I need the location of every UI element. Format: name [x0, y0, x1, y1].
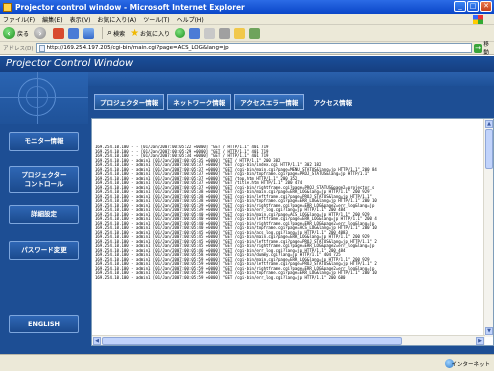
- menu-help[interactable]: ヘルプ(H): [177, 15, 204, 24]
- folder-icon[interactable]: [234, 27, 246, 39]
- deco-line: [37, 72, 38, 124]
- menu-bar: ファイル(F) 編集(E) 表示(V) お気に入り(A) ツール(T) ヘルプ(…: [0, 14, 494, 25]
- menu-edit[interactable]: 編集(E): [42, 15, 62, 24]
- window-controls: _ □ ✕: [454, 1, 492, 12]
- forward-button[interactable]: ›: [34, 27, 48, 39]
- access-log-panel[interactable]: 169.254.10.100 - - [01/Jan/2007:00:05:22…: [91, 118, 494, 346]
- sidebar: モニター情報 プロジェクター コントロール 詳細設定 パスワード変更 ENGLI…: [0, 72, 88, 354]
- browser-toolbar: ‹ 戻る › ⌕ 検索 ★ お気に入り: [0, 25, 494, 42]
- scroll-right-icon[interactable]: ▶: [476, 337, 484, 345]
- mail-icon[interactable]: [204, 27, 216, 39]
- address-input[interactable]: http://169.254.197.205/cgi-bin/main.cgi?…: [35, 43, 472, 53]
- status-zone: インターネット: [451, 362, 490, 368]
- sidebar-decoration: [0, 72, 88, 124]
- address-label: アドレス(D): [3, 46, 34, 52]
- scroll-thumb[interactable]: [485, 129, 493, 169]
- menu-view[interactable]: 表示(V): [70, 15, 91, 24]
- tab-access-error-info[interactable]: アクセスエラー情報: [234, 94, 305, 110]
- menu-favorites[interactable]: お気に入り(A): [97, 15, 136, 24]
- history-icon[interactable]: [189, 27, 201, 39]
- vertical-scrollbar[interactable]: ▲ ▼: [483, 119, 493, 337]
- back-label: 戻る: [17, 30, 30, 38]
- sidebar-item-english[interactable]: ENGLISH: [9, 315, 79, 333]
- log-line: 169.254.10.100 - admin1 [01/Jan/2007:00:…: [95, 274, 346, 280]
- stop-icon[interactable]: [53, 27, 65, 39]
- tab-network-info[interactable]: ネットワーク情報: [167, 94, 232, 110]
- back-button[interactable]: ‹ 戻る: [3, 27, 29, 39]
- maximize-button[interactable]: □: [467, 1, 479, 12]
- scroll-thumb[interactable]: [102, 337, 402, 345]
- menu-file[interactable]: ファイル(F): [3, 15, 35, 24]
- go-label: 移動: [483, 42, 489, 56]
- sidebar-item-monitor[interactable]: モニター情報: [9, 132, 79, 151]
- messenger-icon[interactable]: [249, 27, 261, 39]
- ie-icon: [3, 2, 12, 12]
- search-icon: ⌕: [107, 28, 113, 38]
- print-icon[interactable]: [219, 27, 231, 39]
- minimize-button[interactable]: _: [454, 1, 466, 12]
- sidebar-item-detailed-settings[interactable]: 詳細設定: [9, 205, 79, 224]
- media-icon[interactable]: [175, 28, 186, 38]
- page-title: Projector Control Window: [0, 56, 494, 72]
- horizontal-scrollbar[interactable]: ◀ ▶: [92, 335, 485, 345]
- go-button[interactable]: → 移動: [473, 40, 494, 56]
- page-icon: [38, 44, 45, 52]
- favorites-button[interactable]: ★ お気に入り: [130, 28, 170, 39]
- sidebar-item-projector-control[interactable]: プロジェクター コントロール: [9, 166, 79, 193]
- home-icon[interactable]: [83, 27, 95, 39]
- address-bar: アドレス(D) http://169.254.197.205/cgi-bin/m…: [0, 40, 494, 56]
- back-arrow-icon: ‹: [3, 27, 15, 39]
- scroll-left-icon[interactable]: ◀: [93, 337, 101, 345]
- tab-bar: プロジェクター情報 ネットワーク情報 アクセスエラー情報 アクセス情報: [88, 94, 494, 112]
- forward-arrow-icon: ›: [34, 27, 47, 39]
- deco-line: [0, 97, 88, 98]
- menu-tools[interactable]: ツール(T): [143, 15, 169, 24]
- main-content: プロジェクター情報 ネットワーク情報 アクセスエラー情報 アクセス情報 169.…: [88, 72, 494, 354]
- address-url: http://169.254.197.205/cgi-bin/main.cgi?…: [46, 45, 229, 51]
- star-icon: ★: [130, 27, 140, 39]
- favorites-label: お気に入り: [140, 30, 171, 38]
- search-label: 検索: [113, 30, 126, 38]
- tab-access-info[interactable]: アクセス情報: [307, 94, 358, 110]
- toolbar-separator: [102, 27, 104, 39]
- windows-logo-icon: [473, 15, 483, 24]
- close-button[interactable]: ✕: [480, 1, 492, 12]
- window-title: Projector control window - Microsoft Int…: [15, 2, 245, 12]
- scroll-up-icon[interactable]: ▲: [485, 120, 493, 128]
- window-titlebar[interactable]: Projector control window - Microsoft Int…: [0, 0, 494, 14]
- tab-projector-info[interactable]: プロジェクター情報: [94, 94, 165, 110]
- go-arrow-icon: →: [473, 43, 483, 53]
- status-bar: インターネット: [0, 354, 494, 371]
- search-button[interactable]: ⌕ 検索: [107, 28, 125, 38]
- sidebar-item-password-change[interactable]: パスワード変更: [9, 241, 79, 260]
- refresh-icon[interactable]: [68, 27, 80, 39]
- access-log-text: 169.254.10.100 - - [01/Jan/2007:00:05:22…: [95, 145, 482, 331]
- main-top-band: [88, 72, 494, 86]
- scroll-down-icon[interactable]: ▼: [485, 327, 493, 335]
